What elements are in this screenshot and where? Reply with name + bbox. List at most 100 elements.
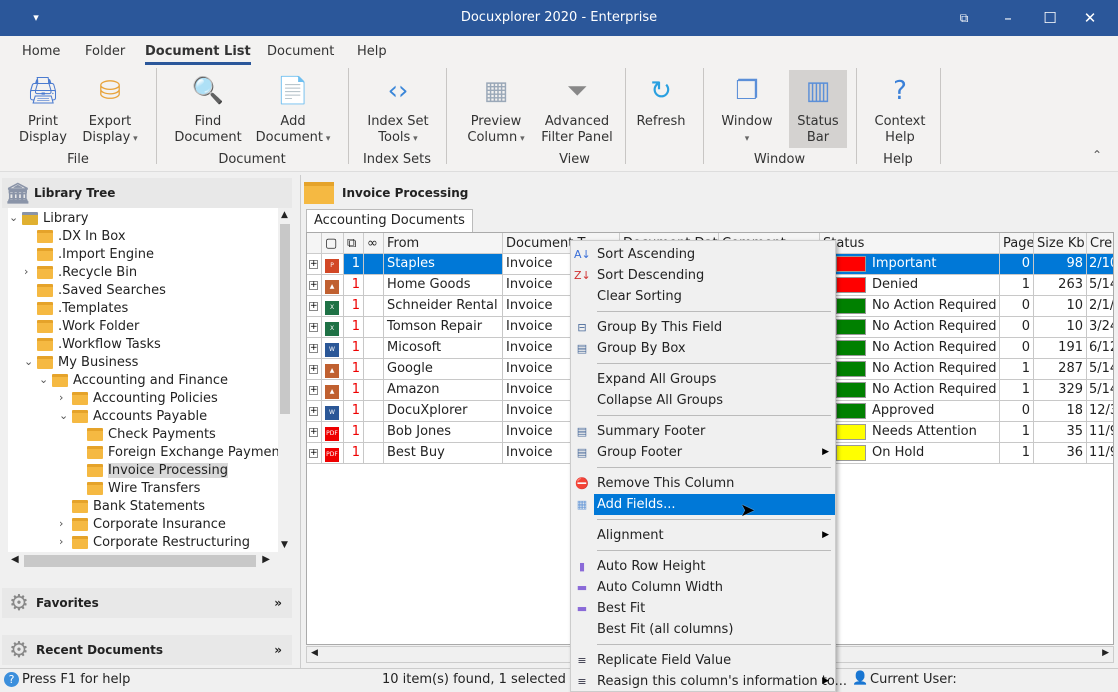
minimize-button[interactable]: –	[994, 6, 1022, 30]
favorites-panel[interactable]: ⚙ Favorites »	[2, 588, 292, 618]
recent-documents-panel[interactable]: ⚙ Recent Documents »	[2, 635, 292, 665]
menu-item-sort-ascending[interactable]: A↓ Sort Ascending	[571, 244, 835, 265]
status-bar-button[interactable]: ▥ Status Bar	[789, 70, 847, 148]
plus-icon[interactable]: +	[309, 260, 318, 269]
find-document-button[interactable]: 🔍 Find Document	[170, 70, 246, 148]
collapse-chevron-icon[interactable]: ⌄	[24, 355, 33, 368]
plus-icon[interactable]: +	[309, 365, 318, 374]
menu-item-expand-all-groups[interactable]: Expand All Groups	[571, 369, 835, 390]
tree-item[interactable]: .Templates	[37, 299, 128, 317]
column-header[interactable]: Page	[1000, 233, 1034, 254]
tree-item[interactable]: .Saved Searches	[37, 281, 166, 299]
expand-row-button[interactable]: +	[307, 254, 322, 275]
menu-item-group-footer[interactable]: ▤ Group Footer ▶	[571, 442, 835, 463]
plus-icon[interactable]: +	[309, 323, 318, 332]
tree-item[interactable]: .DX In Box	[37, 227, 126, 245]
menu-item-auto-column-width[interactable]: ▬ Auto Column Width	[571, 577, 835, 598]
column-header[interactable]: Status	[820, 233, 1000, 254]
menu-item-collapse-all-groups[interactable]: Collapse All Groups	[571, 390, 835, 411]
expand-chevron-icon[interactable]: ›	[59, 391, 63, 404]
preview-column-button[interactable]: ▦ Preview Column ▾	[462, 70, 530, 148]
collapse-chevron-icon[interactable]: ⌄	[59, 409, 68, 422]
context-help-button[interactable]: ? Context Help	[870, 70, 930, 148]
plus-icon[interactable]: +	[309, 428, 318, 437]
tree-item[interactable]: Accounts Payable	[72, 407, 207, 425]
expand-row-button[interactable]: +	[307, 296, 322, 317]
tree-item[interactable]: Corporate Insurance	[72, 515, 226, 533]
expand-row-button[interactable]: +	[307, 338, 322, 359]
collapse-ribbon-icon[interactable]: ⌃	[1092, 148, 1102, 162]
document-icon-header[interactable]: ▢	[322, 233, 344, 254]
expand-chevron-icon[interactable]: ›	[59, 535, 63, 548]
expand-chevron-icon[interactable]: ›	[24, 265, 28, 278]
menu-item-group-by-this-field[interactable]: ⊟ Group By This Field	[571, 317, 835, 338]
close-button[interactable]: ✕	[1076, 6, 1104, 30]
menu-item-clear-sorting[interactable]: Clear Sorting	[571, 286, 835, 307]
plus-icon[interactable]: +	[309, 281, 318, 290]
tab-home[interactable]: Home	[22, 44, 60, 59]
link-header[interactable]: ∞	[364, 233, 384, 254]
tree-vertical-scrollbar[interactable]: ▲ ▼	[278, 208, 292, 552]
tree-horizontal-scrollbar[interactable]: ◀ ▶	[8, 552, 292, 570]
tree-item[interactable]: My Business	[37, 353, 138, 371]
column-header[interactable]: From	[384, 233, 503, 254]
plus-icon[interactable]: +	[309, 407, 318, 416]
add-document-button[interactable]: 📄 Add Document ▾	[254, 70, 332, 148]
maximize-button[interactable]: ☐	[1036, 6, 1064, 30]
tree-item[interactable]: .Import Engine	[37, 245, 154, 263]
tree-item[interactable]: .Recycle Bin	[37, 263, 137, 281]
tree-item[interactable]: Bank Statements	[72, 497, 205, 515]
menu-item-replicate-field-value[interactable]: ≡ Replicate Field Value	[571, 650, 835, 671]
expand-row-button[interactable]: +	[307, 380, 322, 401]
expand-row-button[interactable]: +	[307, 275, 322, 296]
plus-icon[interactable]: +	[309, 302, 318, 311]
tree-item[interactable]: Accounting and Finance	[52, 371, 228, 389]
tree-item[interactable]: Foreign Exchange Payment	[87, 443, 278, 461]
menu-item-best-fit[interactable]: ▬ Best Fit	[571, 598, 835, 619]
tab-folder[interactable]: Folder	[85, 44, 125, 59]
export-display-button[interactable]: ⛁ Export Display ▾	[78, 70, 142, 148]
tree-item[interactable]: Invoice Processing	[87, 461, 229, 479]
menu-item-summary-footer[interactable]: ▤ Summary Footer	[571, 421, 835, 442]
tab-help[interactable]: Help	[357, 44, 387, 59]
menu-item-best-fit-all-columns[interactable]: Best Fit (all columns)	[571, 619, 835, 640]
expand-icon[interactable]: »	[274, 643, 282, 657]
menu-item-alignment[interactable]: Alignment ▶	[571, 525, 835, 546]
plus-icon[interactable]: +	[309, 344, 318, 353]
menu-item-reasign-this-column-s-information-to[interactable]: ≡ Reasign this column's information to...…	[571, 671, 847, 692]
expand-row-button[interactable]: +	[307, 401, 322, 422]
menu-item-remove-this-column[interactable]: ⛔ Remove This Column	[571, 473, 835, 494]
print-display-button[interactable]: 🖨 Print Display	[18, 70, 68, 148]
expand-icon[interactable]: »	[274, 596, 282, 610]
collapse-chevron-icon[interactable]: ⌄	[9, 211, 18, 224]
advanced-filter-panel-button[interactable]: ⏷ Advanced Filter Panel	[536, 70, 618, 148]
library-tree[interactable]: ⌄ Library .DX In Box .Import Engine › .Recycl…	[8, 208, 278, 552]
tree-item[interactable]: Library	[22, 209, 88, 227]
expand-row-button[interactable]: +	[307, 359, 322, 380]
expand-row-button[interactable]: +	[307, 317, 322, 338]
tab-document-list[interactable]: Document List	[145, 44, 251, 65]
index-set-tools-button[interactable]: ‹› Index Set Tools ▾	[362, 70, 434, 148]
menu-item-auto-row-height[interactable]: ▮ Auto Row Height	[571, 556, 835, 577]
menu-item-sort-descending[interactable]: Z↓ Sort Descending	[571, 265, 835, 286]
tab-accounting-documents[interactable]: Accounting Documents	[306, 209, 473, 232]
refresh-button[interactable]: ↻ Refresh	[632, 70, 690, 148]
expand-row-button[interactable]: +	[307, 443, 322, 464]
expand-row-button[interactable]: +	[307, 422, 322, 443]
tree-item[interactable]: Corporate Restructuring	[72, 533, 250, 551]
tree-item[interactable]: .Work Folder	[37, 317, 139, 335]
expand-header[interactable]	[307, 233, 322, 254]
tree-item[interactable]: .Workflow Tasks	[37, 335, 161, 353]
column-header[interactable]: Size Kb	[1034, 233, 1087, 254]
tree-item[interactable]: Wire Transfers	[87, 479, 200, 497]
menu-item-add-fields[interactable]: ▦ Add Fields...	[577, 494, 835, 515]
restore-panel-button[interactable]: ⧉	[950, 6, 978, 30]
plus-icon[interactable]: +	[309, 449, 318, 458]
column-header[interactable]: Crea	[1087, 233, 1113, 254]
tab-document[interactable]: Document	[267, 44, 334, 59]
tree-item[interactable]: Check Payments	[87, 425, 216, 443]
plus-icon[interactable]: +	[309, 386, 318, 395]
window-button[interactable]: ❐ Window ▾	[716, 70, 778, 148]
expand-chevron-icon[interactable]: ›	[59, 517, 63, 530]
tree-item[interactable]: Accounting Policies	[72, 389, 218, 407]
